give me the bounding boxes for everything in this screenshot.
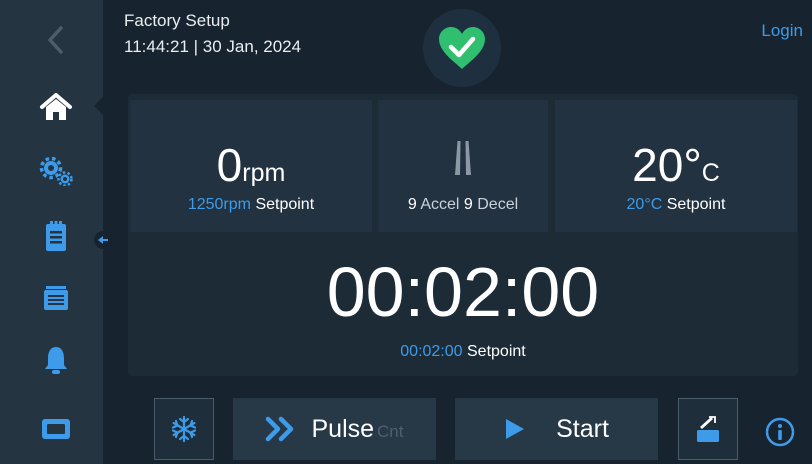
sidebar-item-clipboard[interactable] — [24, 212, 88, 260]
settings-gears-icon — [39, 156, 73, 186]
temperature-degree: ° — [683, 139, 702, 191]
lid-button[interactable] — [678, 398, 738, 460]
play-icon — [506, 419, 525, 439]
programs-icon — [44, 286, 68, 310]
snowflake-icon — [171, 415, 197, 443]
sidebar-item-programs[interactable] — [24, 274, 88, 322]
pulse-label: Pulse — [311, 414, 375, 443]
temperature-readout: 20°C — [555, 138, 797, 192]
pulse-count-label: Cnt — [377, 422, 404, 441]
heart-check-icon — [439, 27, 485, 69]
timer-setpoint-label: Setpoint — [467, 343, 526, 360]
active-indicator — [94, 96, 104, 116]
timer-value[interactable]: 00:02:00 — [128, 252, 798, 332]
info-button[interactable] — [764, 416, 796, 448]
display-icon — [42, 419, 70, 439]
status-indicator — [423, 9, 501, 87]
start-label: Start — [556, 414, 609, 443]
info-icon — [765, 417, 795, 447]
sidebar-item-alarms[interactable] — [24, 336, 88, 384]
timer-setpoint: 00:02:00 Setpoint — [128, 343, 798, 361]
arrow-left-icon — [98, 236, 108, 244]
temperature-value: 20 — [632, 139, 684, 191]
temperature-setpoint: 20°C Setpoint — [555, 196, 797, 214]
timer-setpoint-value: 00:02:00 — [400, 343, 463, 360]
speed-unit: rpm — [242, 159, 286, 187]
decel-label: Decel — [477, 196, 519, 213]
speed-readout: 0rpm — [130, 138, 372, 192]
speed-setpoint-label: Setpoint — [255, 196, 315, 213]
fast-cool-button[interactable] — [154, 398, 214, 460]
start-button[interactable]: Start — [455, 398, 658, 460]
alarm-bell-icon — [45, 347, 67, 374]
page-title: Factory Setup — [124, 11, 230, 30]
back-button[interactable] — [24, 16, 88, 64]
speed-setpoint-value: 1250rpm — [187, 196, 251, 213]
sidebar-item-display[interactable] — [24, 405, 88, 453]
temperature-card[interactable]: 20°C 20°C Setpoint — [555, 100, 797, 232]
temperature-unit: C — [701, 159, 720, 187]
login-button[interactable]: Login — [761, 21, 803, 41]
temperature-setpoint-label: Setpoint — [666, 196, 726, 213]
accel-decel-icon — [455, 141, 471, 175]
sidebar-item-home[interactable] — [24, 83, 88, 131]
clipboard-icon — [46, 221, 66, 251]
accel-value: 9 — [407, 196, 417, 213]
speed-setpoint: 1250rpm Setpoint — [130, 196, 372, 214]
pulse-button[interactable]: Pulse Cnt — [233, 398, 436, 460]
sidebar-item-settings[interactable] — [24, 147, 88, 195]
datetime-label: 11:44:21 | 30 Jan, 2024 — [124, 37, 302, 56]
accel-decel-values: 9 Accel 9 Decel — [378, 196, 548, 214]
sidebar — [0, 0, 103, 464]
decel-value: 9 — [463, 196, 473, 213]
speed-value: 0 — [216, 139, 243, 191]
accel-card[interactable]: 9 Accel 9 Decel — [378, 100, 548, 232]
back-arrow-icon — [48, 26, 63, 54]
speed-card[interactable]: 0rpm 1250rpm Setpoint — [130, 100, 372, 232]
temperature-setpoint-value: 20°C — [626, 196, 663, 213]
sidebar-collapse-handle[interactable] — [94, 231, 112, 249]
lid-open-icon — [697, 416, 719, 442]
accel-label: Accel — [420, 196, 460, 213]
home-icon — [40, 93, 72, 120]
double-chevron-right-icon — [266, 416, 294, 442]
